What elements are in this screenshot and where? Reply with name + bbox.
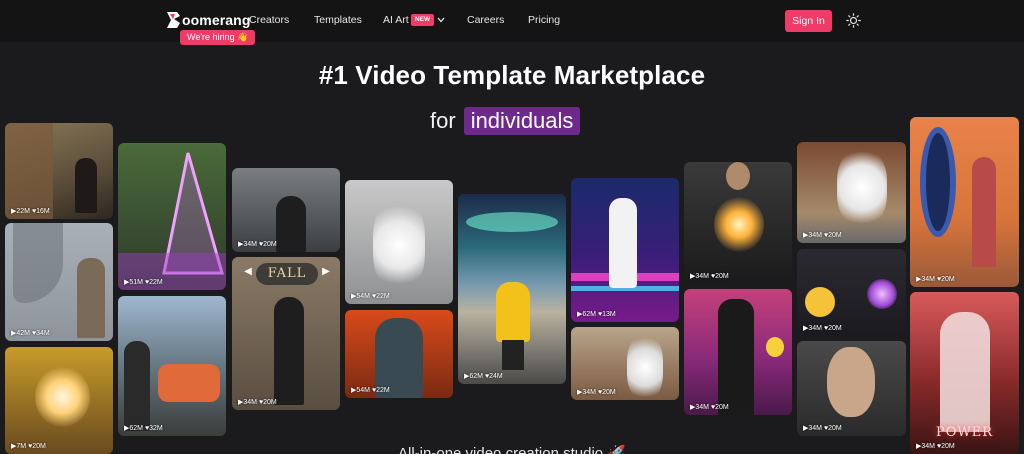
template-card[interactable]: ▶62M ♥13M bbox=[571, 178, 679, 322]
template-card[interactable]: ▶34M ♥20M bbox=[797, 341, 906, 436]
card-stats: ▶54M ♥22M bbox=[351, 293, 390, 300]
template-card[interactable]: ▶51M ♥22M bbox=[118, 143, 226, 290]
template-card[interactable]: ▶7M ♥20M bbox=[5, 347, 113, 454]
card-stats: ▶34M ♥20M bbox=[803, 325, 842, 332]
card-stats: ▶34M ♥20M bbox=[690, 273, 729, 280]
hiring-badge[interactable]: We're hiring 👋 bbox=[180, 30, 256, 45]
nav-link-pricing[interactable]: Pricing bbox=[528, 14, 560, 26]
sun-icon[interactable] bbox=[846, 13, 861, 28]
boomerang-logo-icon bbox=[167, 12, 180, 28]
template-card[interactable]: ▶62M ♥32M bbox=[118, 296, 226, 436]
template-card[interactable]: ▶54M ♥22M bbox=[345, 180, 453, 304]
chevron-down-icon[interactable] bbox=[436, 14, 446, 26]
top-navbar: oomerang We're hiring 👋 Creators Templat… bbox=[0, 0, 1024, 45]
template-card[interactable]: POWER ▶34M ♥20M bbox=[910, 292, 1019, 454]
nav-link-careers[interactable]: Careers bbox=[467, 14, 504, 26]
sign-in-button[interactable]: Sign In bbox=[785, 10, 832, 32]
nav-link-ai-art[interactable]: AI Art bbox=[383, 14, 409, 26]
template-card[interactable]: ▶34M ♥20M bbox=[571, 327, 679, 400]
card-stats: ▶34M ♥20M bbox=[690, 404, 729, 411]
template-card[interactable]: ▶42M ♥34M bbox=[5, 223, 113, 341]
template-card[interactable]: ▶54M ♥22M bbox=[345, 310, 453, 398]
hero-title: #1 Video Template Marketplace bbox=[318, 60, 706, 90]
template-card[interactable]: ▶62M ♥24M bbox=[458, 194, 566, 384]
card-stats: ▶54M ♥22M bbox=[351, 387, 390, 394]
nav-link-creators[interactable]: Creators bbox=[249, 14, 289, 26]
nav-link-templates[interactable]: Templates bbox=[314, 14, 362, 26]
card-stats: ▶34M ♥20M bbox=[916, 276, 955, 283]
template-card[interactable]: ▶34M ♥20M bbox=[684, 289, 792, 415]
neon-triangle-effect bbox=[118, 152, 226, 290]
chevron-right-icon[interactable]: ▶ bbox=[320, 266, 332, 277]
brand-name: oomerang bbox=[182, 12, 251, 28]
hero-subtitle-prefix: for bbox=[430, 108, 456, 133]
hero-subtitle: for individuals bbox=[430, 107, 581, 135]
template-card[interactable]: ▶34M ♥20M bbox=[797, 249, 906, 336]
template-card[interactable]: ▶34M ♥20M bbox=[684, 162, 792, 284]
card-stats: ▶34M ♥20M bbox=[803, 232, 842, 239]
power-label: POWER bbox=[935, 425, 994, 440]
card-stats: ▶62M ♥32M bbox=[124, 425, 163, 432]
card-stats: ▶22M ♥16M bbox=[11, 208, 50, 215]
card-stats: ▶51M ♥22M bbox=[124, 279, 163, 286]
hero-tagline: All-in-one video creation studio 🚀 bbox=[398, 445, 626, 454]
card-stats: ▶34M ♥20M bbox=[238, 241, 277, 248]
card-stats: ▶62M ♥24M bbox=[464, 373, 503, 380]
card-stats: ▶42M ♥34M bbox=[11, 330, 50, 337]
new-badge: NEW bbox=[411, 14, 435, 26]
hero-subtitle-highlight: individuals bbox=[463, 107, 581, 135]
card-stats: ▶34M ♥20M bbox=[577, 389, 616, 396]
template-card[interactable]: ▶22M ♥16M bbox=[5, 123, 113, 219]
template-card[interactable]: FALL ◀ ▶ ▶34M ♥20M bbox=[232, 257, 340, 410]
card-stats: ▶34M ♥20M bbox=[803, 425, 842, 432]
template-card[interactable]: ▶34M ♥20M bbox=[910, 117, 1019, 287]
card-stats: ▶34M ♥20M bbox=[238, 399, 277, 406]
card-stats: ▶62M ♥13M bbox=[577, 311, 616, 318]
template-card[interactable]: ▶34M ♥20M bbox=[797, 142, 906, 243]
brand-logo[interactable]: oomerang bbox=[165, 10, 250, 30]
fall-label: FALL bbox=[256, 263, 318, 285]
template-card[interactable]: ▶34M ♥20M bbox=[232, 168, 340, 252]
chevron-left-icon[interactable]: ◀ bbox=[242, 266, 254, 277]
